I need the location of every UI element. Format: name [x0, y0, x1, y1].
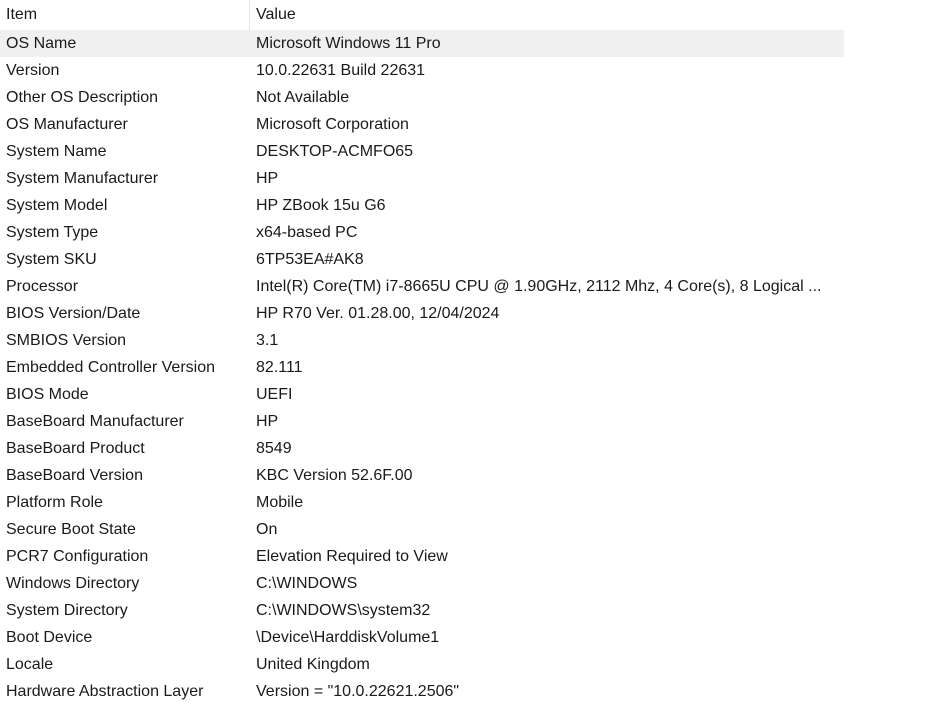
row-item: Other OS Description: [6, 89, 159, 106]
table-row[interactable]: Hardware Abstraction Layer Version = "10…: [0, 678, 844, 704]
column-header-value[interactable]: Value: [250, 0, 844, 30]
row-value: DESKTOP-ACMFO65: [256, 143, 414, 160]
row-value: 6TP53EA#AK8: [256, 251, 364, 268]
row-item: BIOS Mode: [6, 386, 89, 403]
table-row[interactable]: Embedded Controller Version 82.111: [0, 354, 844, 381]
table-row[interactable]: SMBIOS Version 3.1: [0, 327, 844, 354]
column-header-item[interactable]: Item: [0, 0, 250, 30]
row-value: Elevation Required to View: [256, 548, 448, 565]
table-row[interactable]: Secure Boot State On: [0, 516, 844, 543]
row-value: Not Available: [256, 89, 350, 106]
row-item: BaseBoard Product: [6, 440, 145, 457]
row-item: Version: [6, 62, 60, 79]
table-row[interactable]: BaseBoard Product 8549: [0, 435, 844, 462]
row-value: Mobile: [256, 494, 304, 511]
row-item: Secure Boot State: [6, 521, 136, 538]
table-row[interactable]: BaseBoard Version KBC Version 52.6F.00: [0, 462, 844, 489]
row-item: Platform Role: [6, 494, 103, 511]
list-header: Item Value: [0, 0, 844, 30]
table-row[interactable]: System Manufacturer HP: [0, 165, 844, 192]
row-value: 82.111: [256, 359, 303, 376]
row-item: System Directory: [6, 602, 128, 619]
row-item: Embedded Controller Version: [6, 359, 216, 376]
row-item: BaseBoard Manufacturer: [6, 413, 184, 430]
table-row[interactable]: Processor Intel(R) Core(TM) i7-8665U CPU…: [0, 273, 844, 300]
table-row[interactable]: BIOS Version/Date HP R70 Ver. 01.28.00, …: [0, 300, 844, 327]
row-value: United Kingdom: [256, 656, 370, 673]
row-value: HP R70 Ver. 01.28.00, 12/04/2024: [256, 305, 500, 322]
row-item: SMBIOS Version: [6, 332, 127, 349]
table-row[interactable]: System Directory C:\WINDOWS\system32: [0, 597, 844, 624]
row-value: C:\WINDOWS\system32: [256, 602, 431, 619]
row-value: 3.1: [256, 332, 279, 349]
table-row[interactable]: System Name DESKTOP-ACMFO65: [0, 138, 844, 165]
row-value: Version = "10.0.22621.2506": [256, 683, 460, 700]
row-value: KBC Version 52.6F.00: [256, 467, 413, 484]
table-row[interactable]: Platform Role Mobile: [0, 489, 844, 516]
table-row[interactable]: BaseBoard Manufacturer HP: [0, 408, 844, 435]
table-row[interactable]: OS Name Microsoft Windows 11 Pro: [0, 30, 844, 57]
table-row[interactable]: Windows Directory C:\WINDOWS: [0, 570, 844, 597]
table-row[interactable]: Locale United Kingdom: [0, 651, 844, 678]
table-row[interactable]: Other OS Description Not Available: [0, 84, 844, 111]
row-value: Intel(R) Core(TM) i7-8665U CPU @ 1.90GHz…: [256, 278, 822, 295]
row-item: System SKU: [6, 251, 97, 268]
table-row[interactable]: Version 10.0.22631 Build 22631: [0, 57, 844, 84]
row-value: HP ZBook 15u G6: [256, 197, 386, 214]
table-row[interactable]: BIOS Mode UEFI: [0, 381, 844, 408]
row-item: OS Name: [6, 35, 77, 52]
table-row[interactable]: Boot Device \Device\HarddiskVolume1: [0, 624, 844, 651]
table-row[interactable]: OS Manufacturer Microsoft Corporation: [0, 111, 844, 138]
row-item: PCR7 Configuration: [6, 548, 149, 565]
row-item: System Manufacturer: [6, 170, 159, 187]
system-summary-list[interactable]: Item Value OS Name Microsoft Windows 11 …: [0, 0, 844, 704]
row-item: System Type: [6, 224, 99, 241]
row-item: System Model: [6, 197, 108, 214]
row-item: Locale: [6, 656, 54, 673]
row-item: Windows Directory: [6, 575, 140, 592]
row-value: Microsoft Corporation: [256, 116, 409, 133]
table-row[interactable]: System Model HP ZBook 15u G6: [0, 192, 844, 219]
row-item: Processor: [6, 278, 79, 295]
row-value: HP: [256, 170, 279, 187]
row-item: Boot Device: [6, 629, 93, 646]
table-row[interactable]: System SKU 6TP53EA#AK8: [0, 246, 844, 273]
row-item: System Name: [6, 143, 107, 160]
row-value: x64-based PC: [256, 224, 358, 241]
row-item: Hardware Abstraction Layer: [6, 683, 204, 700]
row-value: On: [256, 521, 278, 538]
row-value: Microsoft Windows 11 Pro: [256, 35, 441, 52]
row-value: \Device\HarddiskVolume1: [256, 629, 440, 646]
row-item: BaseBoard Version: [6, 467, 143, 484]
row-value: C:\WINDOWS: [256, 575, 358, 592]
table-row[interactable]: System Type x64-based PC: [0, 219, 844, 246]
table-row[interactable]: PCR7 Configuration Elevation Required to…: [0, 543, 844, 570]
row-value: 8549: [256, 440, 292, 457]
row-value: 10.0.22631 Build 22631: [256, 62, 426, 79]
row-value: HP: [256, 413, 279, 430]
row-item: BIOS Version/Date: [6, 305, 141, 322]
row-value: UEFI: [256, 386, 293, 403]
list-rows: OS Name Microsoft Windows 11 Pro Version…: [0, 30, 844, 704]
row-item: OS Manufacturer: [6, 116, 128, 133]
